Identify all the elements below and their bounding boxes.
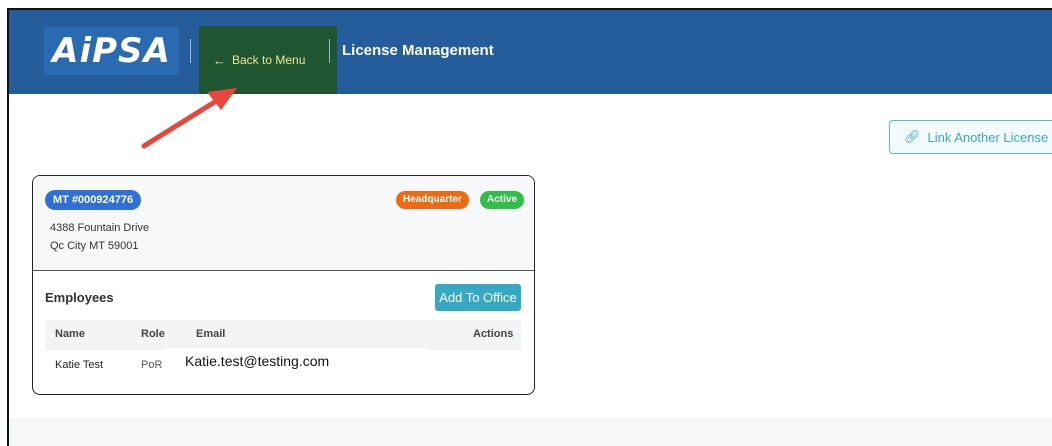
employee-role: PoR	[141, 359, 163, 371]
address-line-2: Qc City MT 59001	[50, 240, 139, 252]
link-icon: 🔗︎	[904, 129, 921, 144]
column-header-role: Role	[141, 328, 165, 340]
column-header-email: Email	[196, 328, 226, 340]
aipsa-logo[interactable]: AiPSA	[44, 27, 179, 75]
add-to-office-button[interactable]: Add To Office	[435, 284, 521, 311]
license-number-badge: MT #000924776	[45, 190, 142, 210]
office-card: MT #000924776 Headquarter Active 4388 Fo…	[32, 175, 535, 395]
header-divider-2	[329, 39, 330, 63]
employee-name: Katie Test	[55, 359, 104, 371]
footer-strip	[9, 418, 1052, 446]
column-header-actions: Actions	[473, 328, 514, 340]
status-badge: Active	[480, 191, 525, 209]
page-frame: AiPSA ← Back to Menu License Management …	[7, 8, 1052, 446]
employee-email: Katie.test@testing.com	[185, 353, 330, 369]
back-to-menu-label: Back to Menu	[232, 53, 306, 67]
top-header: AiPSA ← Back to Menu License Management	[9, 10, 1052, 94]
address-line-1: 4388 Fountain Drive	[50, 222, 150, 234]
header-divider	[190, 39, 191, 63]
employees-table-header: Name Role Email Actions	[45, 320, 521, 350]
back-to-menu-button[interactable]: ← Back to Menu	[199, 26, 337, 94]
page-title: License Management	[342, 42, 494, 59]
link-another-license-label: Link Another License	[927, 129, 1049, 145]
arrow-left-icon: ←	[213, 52, 226, 68]
headquarter-badge: Headquarter	[396, 191, 469, 209]
logo-text: AiPSA	[52, 31, 171, 71]
annotation-arrow-shaft	[141, 95, 224, 149]
employees-heading: Employees	[45, 290, 114, 305]
office-card-header: MT #000924776 Headquarter Active 4388 Fo…	[33, 176, 534, 271]
column-header-name: Name	[55, 328, 85, 340]
link-another-license-button[interactable]: 🔗︎ Link Another License	[889, 120, 1052, 154]
